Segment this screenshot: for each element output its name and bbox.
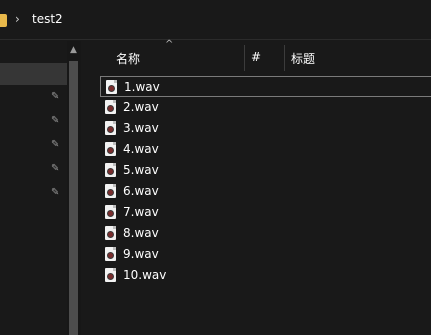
file-row[interactable]: 2.wav — [100, 97, 431, 118]
column-header: ^ 名称 # 标题 — [82, 39, 431, 75]
navigation-pane: ✎ ✎ ✎ ✎ ✎ — [0, 41, 67, 335]
file-row[interactable]: 9.wav — [100, 244, 431, 265]
breadcrumb-current-folder[interactable]: test2 — [32, 12, 63, 26]
pin-icon: ✎ — [51, 187, 60, 198]
audio-file-icon — [105, 268, 116, 282]
file-name: 5.wav — [123, 163, 159, 177]
audio-file-icon — [105, 163, 116, 177]
file-name: 7.wav — [123, 205, 159, 219]
file-name: 6.wav — [123, 184, 159, 198]
file-name: 4.wav — [123, 142, 159, 156]
column-header-number[interactable]: # — [251, 50, 261, 64]
audio-file-icon — [105, 184, 116, 198]
file-row[interactable]: 8.wav — [100, 223, 431, 244]
file-row[interactable]: 7.wav — [100, 202, 431, 223]
audio-file-icon — [105, 142, 116, 156]
pin-icon: ✎ — [51, 91, 60, 102]
file-row[interactable]: 4.wav — [100, 139, 431, 160]
column-header-name[interactable]: 名称 — [116, 50, 140, 67]
pin-icon: ✎ — [51, 115, 60, 126]
audio-file-icon — [105, 226, 116, 240]
file-list-pane: ^ 名称 # 标题 1.wav 2.wav 3.wav 4.wav 5.wav — [82, 39, 431, 335]
address-bar: › test2 — [0, 0, 431, 40]
scroll-up-icon[interactable]: ▲ — [70, 45, 77, 55]
column-divider[interactable] — [284, 45, 285, 71]
file-list: 1.wav 2.wav 3.wav 4.wav 5.wav 6.wav 7.wa… — [100, 76, 431, 286]
audio-file-icon — [105, 100, 116, 114]
column-header-title[interactable]: 标题 — [291, 50, 315, 67]
nav-selected-item[interactable] — [0, 63, 67, 85]
folder-icon — [0, 14, 7, 27]
audio-file-icon — [105, 205, 116, 219]
file-name: 9.wav — [123, 247, 159, 261]
audio-file-icon — [105, 121, 116, 135]
sort-ascending-icon: ^ — [165, 39, 174, 50]
file-row[interactable]: 5.wav — [100, 160, 431, 181]
file-name: 3.wav — [123, 121, 159, 135]
audio-file-icon — [105, 247, 116, 261]
file-row[interactable]: 10.wav — [100, 265, 431, 286]
file-name: 8.wav — [123, 226, 159, 240]
file-name: 2.wav — [123, 100, 159, 114]
file-name: 10.wav — [123, 268, 167, 282]
scrollbar-thumb[interactable] — [69, 61, 78, 335]
file-name: 1.wav — [124, 80, 160, 94]
nav-scrollbar[interactable]: ▲ — [67, 41, 81, 335]
pin-icon: ✎ — [51, 163, 60, 174]
column-divider[interactable] — [244, 45, 245, 71]
file-row[interactable]: 3.wav — [100, 118, 431, 139]
pin-icon: ✎ — [51, 139, 60, 150]
chevron-right-icon[interactable]: › — [15, 12, 20, 26]
file-row[interactable]: 1.wav — [100, 76, 431, 97]
audio-file-icon — [106, 80, 117, 94]
file-row[interactable]: 6.wav — [100, 181, 431, 202]
